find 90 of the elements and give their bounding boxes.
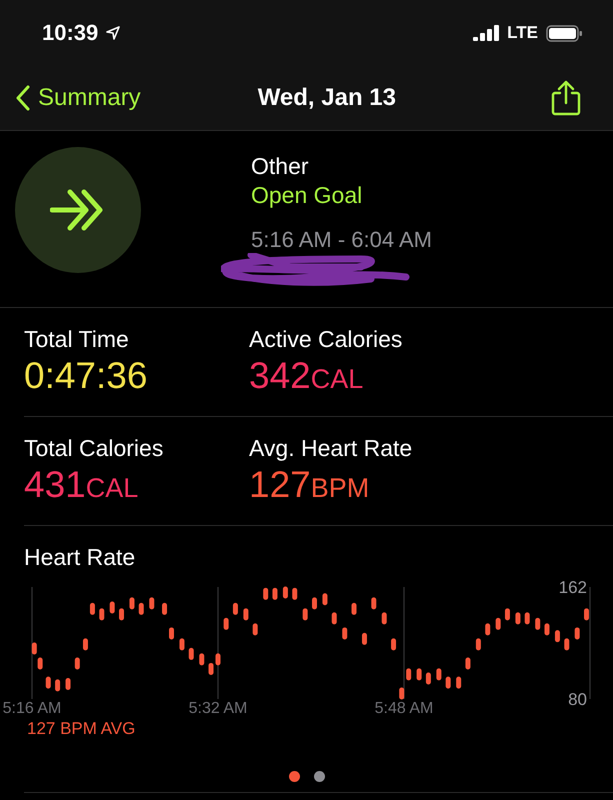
clock-time: 10:39: [42, 20, 98, 46]
chevron-left-icon: [16, 85, 30, 111]
metric-value: 0:47:36: [24, 355, 148, 397]
heart-rate-point: [179, 638, 184, 650]
heart-rate-point: [416, 668, 422, 680]
heart-rate-point: [169, 627, 174, 640]
heart-rate-point: [436, 668, 442, 680]
heart-rate-point: [243, 608, 248, 620]
heart-rate-point: [382, 612, 387, 624]
battery-icon: [546, 24, 583, 42]
heart-rate-point: [46, 676, 51, 689]
heart-rate-point: [208, 662, 214, 675]
heart-rate-point: [216, 653, 220, 666]
heart-rate-point: [456, 676, 462, 689]
heart-rate-point: [322, 593, 328, 606]
location-arrow-icon: [106, 26, 120, 40]
workout-type: Other: [251, 153, 310, 180]
chart-title: Heart Rate: [24, 544, 136, 571]
heart-rate-point: [535, 618, 540, 630]
heart-rate-point: [66, 678, 71, 690]
heart-rate-point: [90, 602, 95, 615]
time-axis-label: 5:16 AM: [2, 700, 62, 717]
workout-time-range: 5:16 AM - 6:04 AM: [251, 227, 432, 253]
heart-rate-point: [362, 632, 367, 645]
heart-rate-point: [162, 602, 168, 615]
metric-label: Total Calories: [24, 435, 164, 462]
heart-rate-point: [426, 672, 431, 684]
heart-rate-point: [371, 597, 376, 610]
heart-rate-point: [476, 638, 481, 650]
heart-rate-point: [119, 608, 124, 620]
heart-rate-point: [574, 627, 580, 640]
heart-rate-point: [252, 623, 258, 636]
heart-rate-point: [199, 653, 204, 666]
heart-rate-point: [263, 588, 268, 600]
heart-rate-point: [129, 597, 134, 610]
heart-rate-point: [55, 679, 60, 692]
heart-rate-point: [564, 638, 570, 650]
heart-rate-point: [74, 658, 80, 670]
heart-rate-point: [485, 623, 490, 636]
heart-rate-point: [342, 627, 348, 640]
signal-icon: [473, 25, 500, 41]
heart-rate-point: [406, 668, 412, 680]
heart-rate-point: [38, 658, 43, 670]
heart-rate-point: [149, 597, 154, 610]
heart-rate-point: [99, 608, 104, 620]
bpm-axis-label: 80: [568, 690, 587, 709]
metric-value: 431CAL: [24, 464, 140, 506]
heart-rate-point: [544, 623, 550, 636]
heart-rate-point: [302, 608, 308, 620]
heart-rate-point: [391, 638, 396, 650]
heart-rate-point: [554, 630, 560, 642]
heart-rate-point: [515, 612, 520, 624]
heart-rate-point: [352, 602, 357, 615]
heart-rate-point: [524, 612, 530, 624]
back-link[interactable]: Summary: [16, 84, 141, 112]
time-axis-label: 5:32 AM: [188, 700, 248, 717]
metric-value: 127BPM: [249, 464, 370, 506]
heart-rate-point: [399, 688, 404, 700]
heart-rate-point: [332, 612, 337, 624]
heart-rate-point: [110, 602, 115, 614]
page-dot[interactable]: [314, 771, 324, 782]
metric-label: Total Time: [24, 326, 130, 353]
workout-goal: Open Goal: [251, 182, 364, 209]
heart-rate-point: [446, 676, 451, 689]
heart-rate-point: [188, 648, 194, 660]
heart-rate-point: [232, 602, 238, 615]
time-axis-label: 5:48 AM: [374, 700, 434, 717]
heart-rate-point: [504, 608, 510, 620]
share-icon: [551, 80, 581, 116]
metric-label: Active Calories: [249, 326, 404, 353]
heart-rate-point: [292, 588, 298, 600]
heart-rate-point: [32, 642, 37, 654]
metric-label: Avg. Heart Rate: [249, 435, 414, 462]
heart-rate-point: [496, 618, 501, 630]
share-button[interactable]: [551, 80, 581, 116]
heart-rate-point: [312, 597, 317, 610]
heart-rate-point: [584, 608, 590, 620]
heart-rate-point: [465, 658, 470, 670]
heart-rate-point: [282, 586, 288, 598]
heart-rate-point: [82, 638, 88, 650]
page-title: Wed, Jan 13: [258, 84, 396, 112]
page-dot[interactable]: [288, 771, 300, 782]
bpm-axis-label: 162: [558, 578, 587, 597]
average-heart-rate: 127 BPM AVG: [27, 719, 136, 739]
network-type: LTE: [507, 23, 538, 43]
heart-rate-point: [272, 588, 278, 600]
back-label: Summary: [38, 84, 141, 112]
metric-value: 342CAL: [249, 355, 364, 397]
heart-rate-point: [138, 602, 144, 615]
heart-rate-point: [224, 618, 229, 630]
